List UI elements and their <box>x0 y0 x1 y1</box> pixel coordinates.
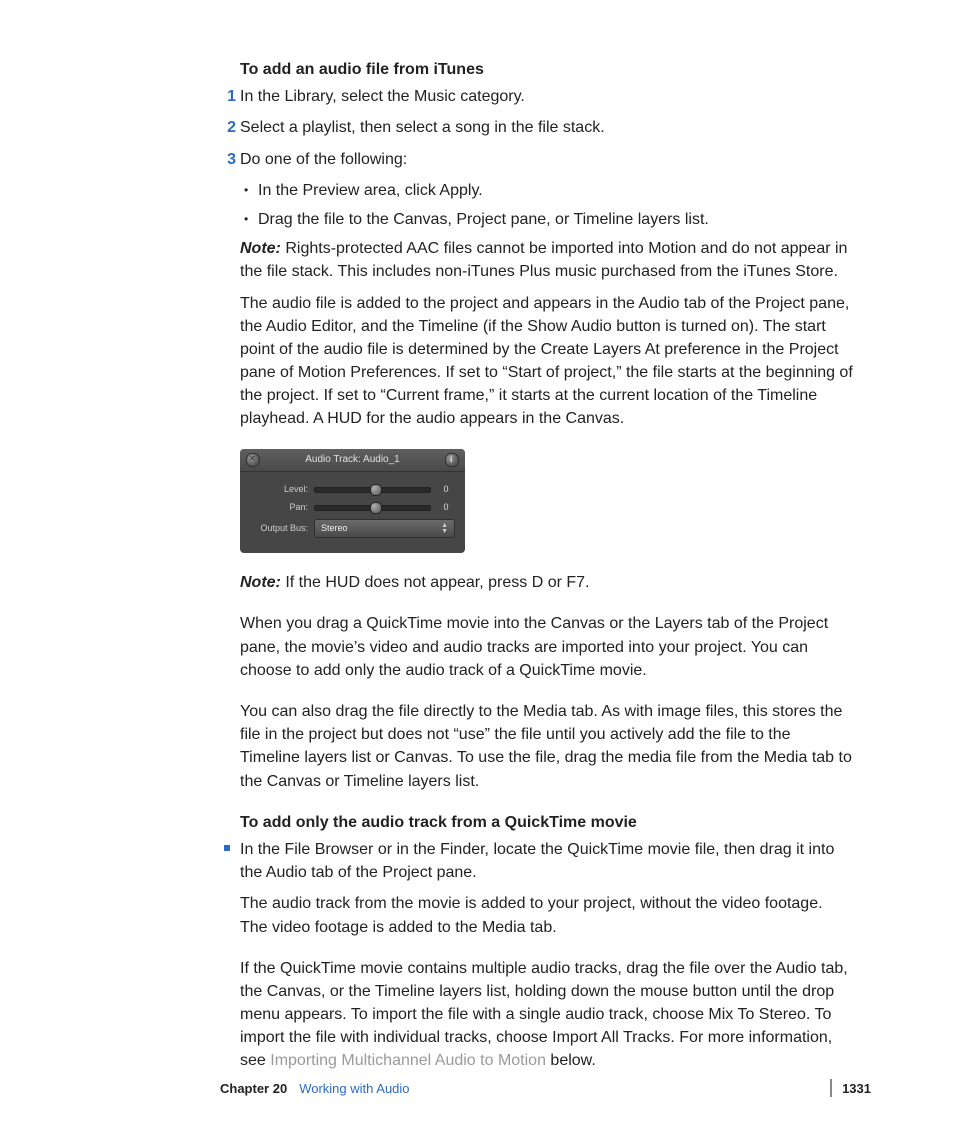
output-bus-value: Stereo <box>321 522 348 535</box>
step-3: 3 Do one of the following: <box>240 148 854 171</box>
level-slider-thumb[interactable] <box>370 484 382 496</box>
step-1: 1 In the Library, select the Music categ… <box>240 85 854 108</box>
substep-drag: Drag the file to the Canvas, Project pan… <box>258 208 854 231</box>
info-icon[interactable] <box>445 453 459 467</box>
paragraph-media-tab: You can also drag the file directly to t… <box>240 700 854 793</box>
step-3-text: Do one of the following: <box>240 151 407 168</box>
pan-slider-thumb[interactable] <box>370 502 382 514</box>
hud-pan-value: 0 <box>437 501 455 514</box>
pan-slider[interactable] <box>314 505 431 511</box>
step-number-3: 3 <box>222 148 236 171</box>
paragraph-multichannel-part-b: below. <box>546 1052 596 1069</box>
note-rights-protected: Note: Rights-protected AAC files cannot … <box>240 237 854 283</box>
note-label-1: Note: <box>240 240 281 257</box>
step-2: 2 Select a playlist, then select a song … <box>240 116 854 139</box>
step-number-1: 1 <box>222 85 236 108</box>
step-2-text: Select a playlist, then select a song in… <box>240 119 605 136</box>
note-label-2: Note: <box>240 574 281 591</box>
step-locate-quicktime: In the File Browser or in the Finder, lo… <box>240 838 854 884</box>
heading-add-audio-quicktime: To add only the audio track from a Quick… <box>240 811 854 834</box>
paragraph-multichannel: If the QuickTime movie contains multiple… <box>240 957 854 1073</box>
main-content: To add an audio file from iTunes 1 In th… <box>240 58 854 1073</box>
hud-pan-label: Pan: <box>250 501 308 514</box>
paragraph-track-added: The audio track from the movie is added … <box>240 892 854 938</box>
hud-level-label: Level: <box>250 483 308 496</box>
heading-add-audio-itunes: To add an audio file from iTunes <box>240 58 854 81</box>
hud-row-pan: Pan: 0 <box>250 501 455 514</box>
footer-left: Chapter 20 Working with Audio <box>220 1081 410 1096</box>
output-bus-select[interactable]: Stereo ▲▼ <box>314 519 455 538</box>
chevron-updown-icon: ▲▼ <box>441 523 448 535</box>
page-footer: Chapter 20 Working with Audio 1331 <box>220 1079 871 1097</box>
close-icon[interactable] <box>246 453 260 467</box>
footer-chapter: Chapter 20 <box>220 1081 287 1096</box>
footer-right: 1331 <box>820 1079 871 1097</box>
hud-header: Audio Track: Audio_1 <box>240 449 465 473</box>
note-body-2: If the HUD does not appear, press D or F… <box>281 574 590 591</box>
link-importing-multichannel[interactable]: Importing Multichannel Audio to Motion <box>270 1052 546 1069</box>
audio-hud: Audio Track: Audio_1 Level: 0 Pan: 0 <box>240 449 465 554</box>
paragraph-audio-added: The audio file is added to the project a… <box>240 292 854 431</box>
note-hud-shortcut: Note: If the HUD does not appear, press … <box>240 571 854 594</box>
document-page: To add an audio file from iTunes 1 In th… <box>0 0 954 1145</box>
step-number-2: 2 <box>222 116 236 139</box>
footer-title: Working with Audio <box>299 1081 409 1096</box>
level-slider[interactable] <box>314 487 431 493</box>
step-1-text: In the Library, select the Music categor… <box>240 88 525 105</box>
footer-page-number: 1331 <box>842 1081 871 1096</box>
hud-row-level: Level: 0 <box>250 483 455 496</box>
hud-level-value: 0 <box>437 483 455 496</box>
paragraph-quicktime-drag: When you drag a QuickTime movie into the… <box>240 612 854 682</box>
footer-divider <box>830 1079 832 1097</box>
hud-body: Level: 0 Pan: 0 Output Bus: Ste <box>240 472 465 553</box>
hud-title: Audio Track: Audio_1 <box>260 453 445 468</box>
hud-output-label: Output Bus: <box>250 522 308 535</box>
note-body-1: Rights-protected AAC files cannot be imp… <box>240 240 847 280</box>
hud-row-output: Output Bus: Stereo ▲▼ <box>250 519 455 538</box>
substep-apply: In the Preview area, click Apply. <box>258 179 854 202</box>
